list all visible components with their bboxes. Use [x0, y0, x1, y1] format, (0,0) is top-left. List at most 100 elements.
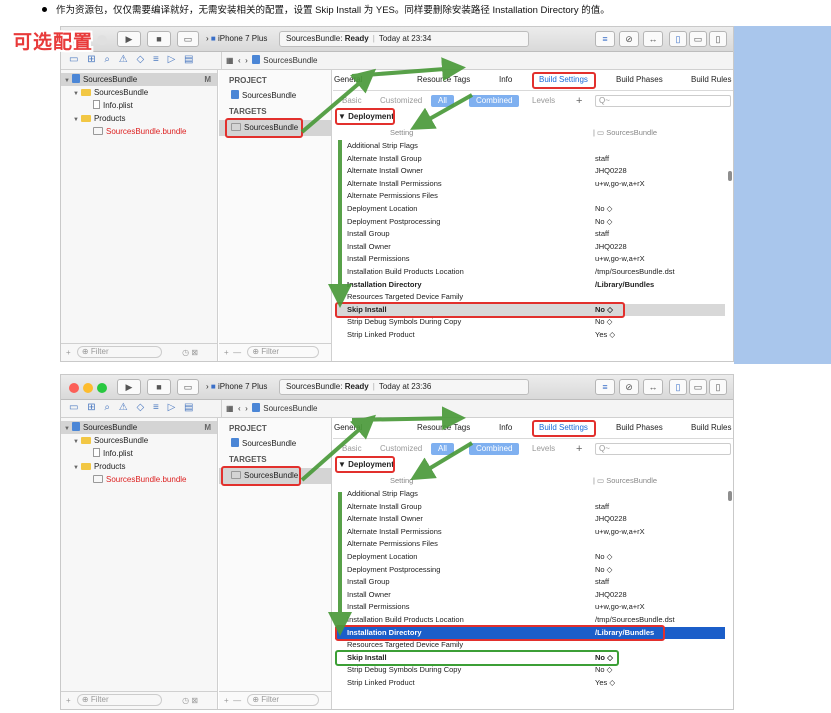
tree-products[interactable]: ▼ Products	[61, 112, 217, 125]
zoom-window-button[interactable]	[97, 35, 107, 45]
setting-value[interactable]: Yes ◇	[595, 329, 615, 342]
tree-bundle[interactable]: SourcesBundle.bundle	[61, 125, 217, 138]
setting-row[interactable]: Installation Directory/Library/Bundles	[335, 279, 725, 292]
setting-row[interactable]: Alternate Install Permissions u+w,go-w,a+…	[335, 526, 725, 539]
setting-row[interactable]: Alternate Install Owner JHQ0228	[335, 165, 725, 178]
tab-resource-tags[interactable]: Resource Tags	[417, 423, 470, 432]
segment-combined[interactable]: Combined	[469, 443, 520, 455]
standard-editor-icon[interactable]: ≡	[595, 379, 615, 395]
segment-all[interactable]: All	[431, 443, 454, 455]
run-button[interactable]: ▶	[117, 31, 141, 47]
navigator-toggle-icon[interactable]: ▯	[669, 379, 687, 395]
setting-row[interactable]: Install Permissions u+w,go-w,a+rX	[335, 601, 725, 614]
setting-value[interactable]: u+w,go-w,a+rX	[595, 253, 645, 266]
navigator-icons[interactable]: ▭ ⊞ ⌕ ⚠ ◇ ≡ ▷ ▤	[69, 402, 197, 413]
settings-search-input[interactable]: Q~	[595, 95, 731, 107]
tree-products[interactable]: ▼ Products	[61, 460, 217, 473]
setting-row[interactable]: Install Permissions u+w,go-w,a+rX	[335, 253, 725, 266]
segment-basic[interactable]: Basic	[335, 443, 369, 455]
segment-basic[interactable]: Basic	[335, 95, 369, 107]
setting-row[interactable]: Installation Build Products Location/tmp…	[335, 266, 725, 279]
add-setting-button[interactable]: +	[569, 95, 589, 107]
setting-value[interactable]: No ◇	[595, 316, 612, 329]
breadcrumb[interactable]: ▦ ‹ › SourcesBundle	[221, 52, 318, 69]
tree-folder[interactable]: ▼ SourcesBundle	[61, 86, 217, 99]
setting-value[interactable]: JHQ0228	[595, 165, 627, 178]
setting-value[interactable]: u+w,go-w,a+rX	[595, 526, 645, 539]
tree-root[interactable]: ▼ SourcesBundle M	[61, 73, 217, 86]
scrollbar[interactable]	[728, 171, 732, 181]
setting-row[interactable]: Deployment Location No ◇	[335, 551, 725, 564]
setting-value[interactable]: staff	[595, 576, 609, 589]
breadcrumb[interactable]: ▦ ‹ › SourcesBundle	[221, 400, 318, 417]
setting-row[interactable]: Alternate Install Owner JHQ0228	[335, 513, 725, 526]
setting-row[interactable]: Deployment Postprocessing No ◇	[335, 216, 725, 229]
setting-row[interactable]: Deployment Postprocessing No ◇	[335, 564, 725, 577]
segment-levels[interactable]: Levels	[525, 95, 562, 107]
setting-row[interactable]: Alternate Permissions Files	[335, 190, 725, 203]
targets-filter-input[interactable]: ⊕ Filter	[247, 346, 320, 358]
segment-levels[interactable]: Levels	[525, 443, 562, 455]
device-selector[interactable]: › ■ iPhone 7 Plus	[206, 33, 267, 45]
setting-value[interactable]: u+w,go-w,a+rX	[595, 178, 645, 191]
setting-row[interactable]: Strip Debug Symbols During Copy No ◇	[335, 664, 725, 677]
setting-value[interactable]: No ◇	[595, 551, 612, 564]
tree-folder[interactable]: ▼ SourcesBundle	[61, 434, 217, 447]
tab-build-rules[interactable]: Build Rules	[691, 423, 731, 432]
version-editor-icon[interactable]: ↔	[643, 379, 663, 395]
setting-row[interactable]: Install Owner JHQ0228	[335, 589, 725, 602]
version-editor-icon[interactable]: ↔	[643, 31, 663, 47]
setting-row[interactable]: Additional Strip Flags	[335, 488, 725, 501]
tree-root[interactable]: ▼ SourcesBundle M	[61, 421, 217, 434]
stop-button[interactable]: ■	[147, 379, 171, 395]
setting-row[interactable]: Deployment Location No ◇	[335, 203, 725, 216]
setting-value[interactable]: JHQ0228	[595, 241, 627, 254]
zoom-window-button[interactable]	[97, 383, 107, 393]
setting-value[interactable]: No ◇	[595, 664, 612, 677]
tab-general[interactable]: General	[334, 75, 362, 84]
tab-build-phases[interactable]: Build Phases	[616, 75, 663, 84]
setting-value[interactable]: /Library/Bundles	[595, 279, 654, 292]
tab-resource-tags[interactable]: Resource Tags	[417, 75, 470, 84]
setting-row[interactable]: Alternate Permissions Files	[335, 538, 725, 551]
assistant-editor-icon[interactable]: ⊘	[619, 31, 639, 47]
project-item[interactable]: SourcesBundle	[219, 437, 331, 450]
setting-value[interactable]: /tmp/SourcesBundle.dst	[595, 266, 675, 279]
scheme-icon[interactable]: ▭	[177, 31, 199, 47]
segment-all[interactable]: All	[431, 95, 454, 107]
setting-value[interactable]: No ◇	[595, 564, 612, 577]
filter-input[interactable]: ⊕ Filter	[76, 346, 162, 358]
setting-row[interactable]: Additional Strip Flags	[335, 140, 725, 153]
close-window-button[interactable]	[69, 383, 79, 393]
navigator-toggle-icon[interactable]: ▯	[669, 31, 687, 47]
utilities-toggle-icon[interactable]: ▯	[709, 379, 727, 395]
setting-row[interactable]: Alternate Install Permissions u+w,go-w,a+…	[335, 178, 725, 191]
tab-build-rules[interactable]: Build Rules	[691, 75, 731, 84]
utilities-toggle-icon[interactable]: ▯	[709, 31, 727, 47]
debug-toggle-icon[interactable]: ▭	[689, 379, 707, 395]
scrollbar[interactable]	[728, 491, 732, 501]
project-item[interactable]: SourcesBundle	[219, 89, 331, 102]
assistant-editor-icon[interactable]: ⊘	[619, 379, 639, 395]
setting-row[interactable]: Strip Linked Product Yes ◇	[335, 677, 725, 690]
tree-info-plist[interactable]: Info.plist	[61, 99, 217, 112]
filter-input[interactable]: ⊕ Filter	[76, 694, 162, 706]
targets-filter-input[interactable]: ⊕ Filter	[247, 694, 320, 706]
navigator-icons[interactable]: ▭ ⊞ ⌕ ⚠ ◇ ≡ ▷ ▤	[69, 54, 197, 65]
tab-info[interactable]: Info	[499, 423, 512, 432]
stop-button[interactable]: ■	[147, 31, 171, 47]
run-button[interactable]: ▶	[117, 379, 141, 395]
setting-row[interactable]: Install Owner JHQ0228	[335, 241, 725, 254]
segment-customized[interactable]: Customized	[373, 95, 429, 107]
segment-customized[interactable]: Customized	[373, 443, 429, 455]
setting-value[interactable]: staff	[595, 228, 609, 241]
setting-value[interactable]: JHQ0228	[595, 513, 627, 526]
setting-row[interactable]: Install Group staff	[335, 576, 725, 589]
setting-value[interactable]: u+w,go-w,a+rX	[595, 601, 645, 614]
device-selector[interactable]: › ■ iPhone 7 Plus	[206, 381, 267, 393]
tree-info-plist[interactable]: Info.plist	[61, 447, 217, 460]
setting-row[interactable]: Strip Debug Symbols During Copy No ◇	[335, 316, 725, 329]
setting-row[interactable]: Install Group staff	[335, 228, 725, 241]
setting-row[interactable]: Alternate Install Group staff	[335, 153, 725, 166]
segment-combined[interactable]: Combined	[469, 95, 520, 107]
